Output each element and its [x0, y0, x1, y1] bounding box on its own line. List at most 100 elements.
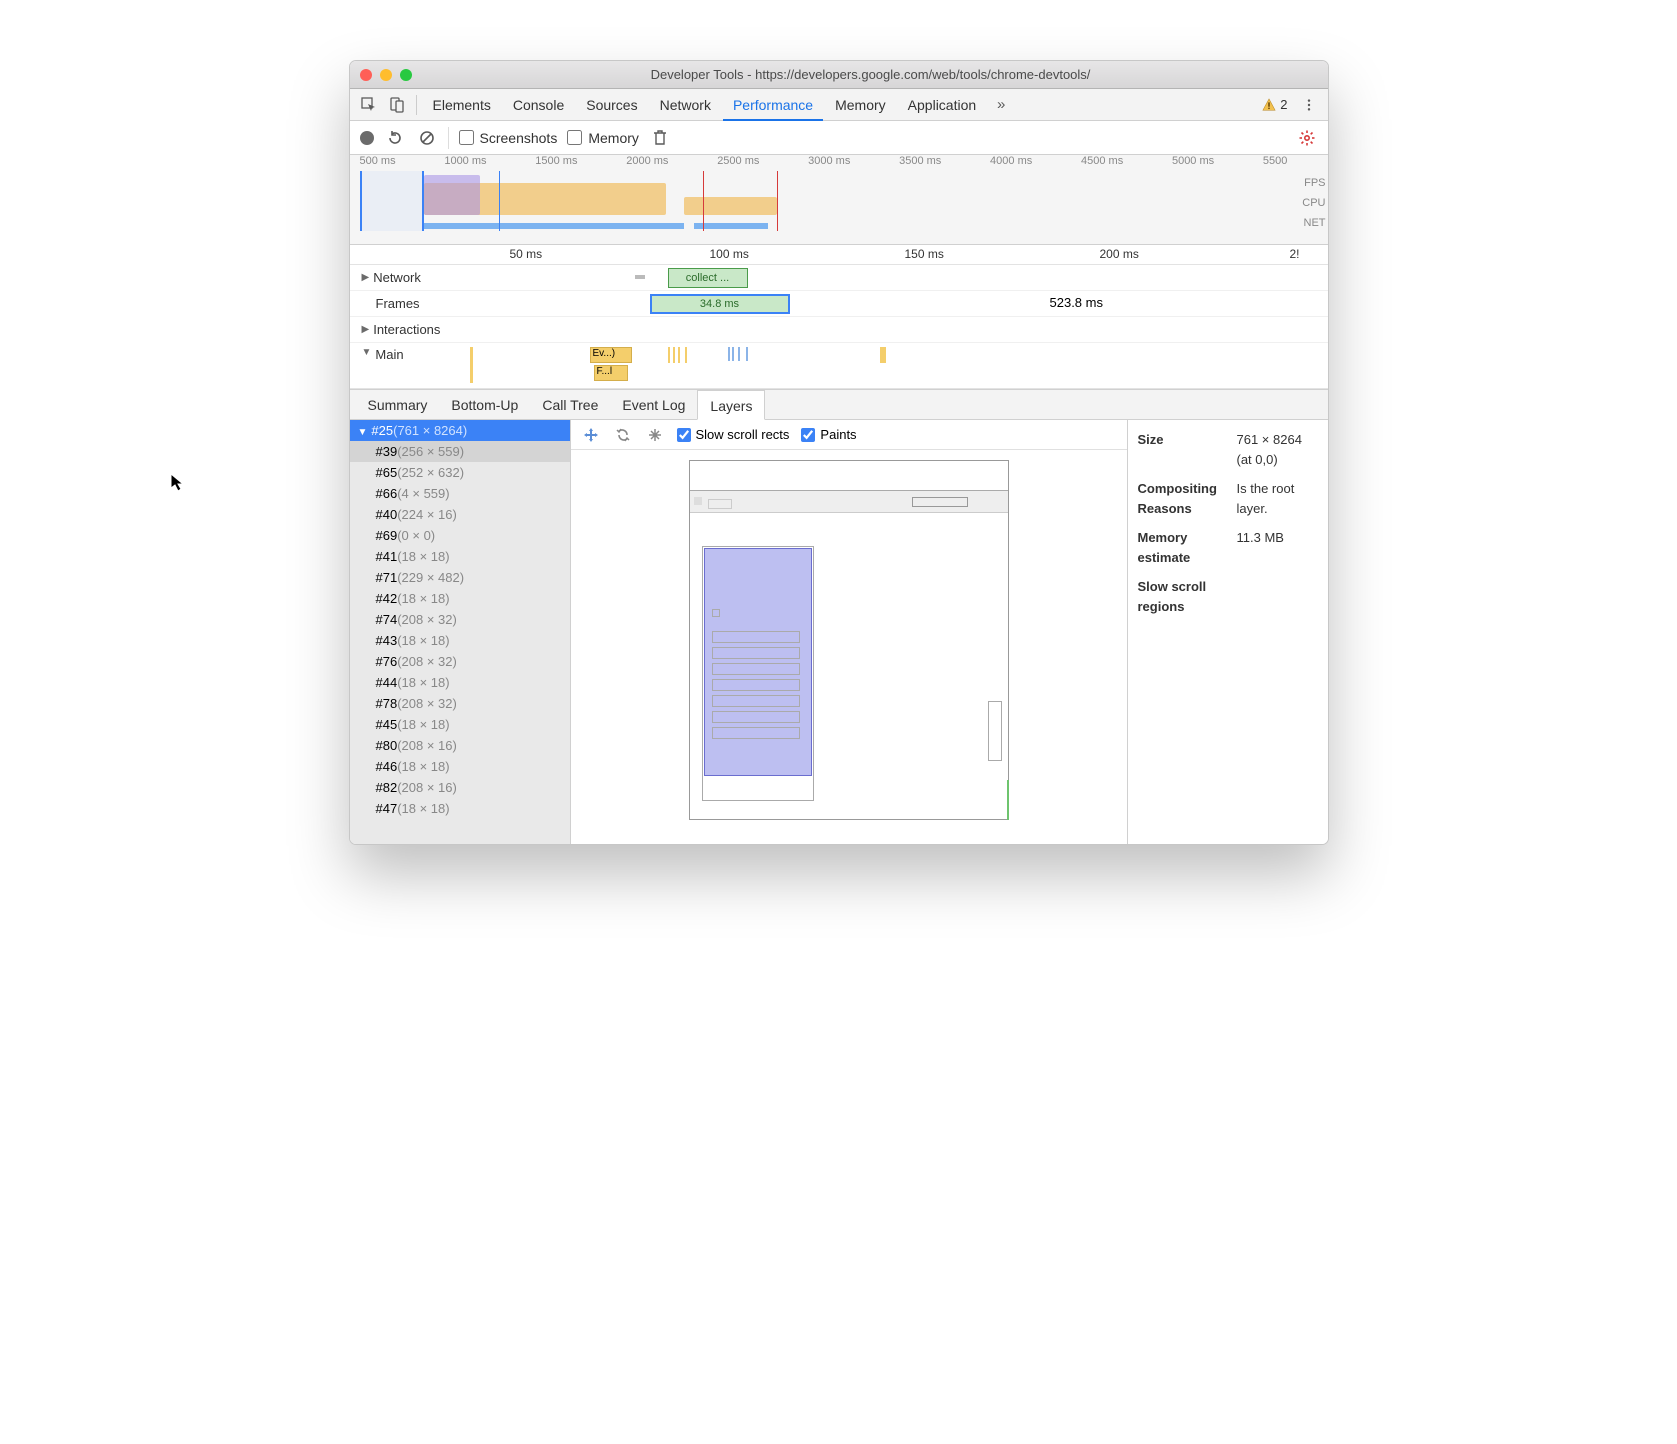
- layer-item[interactable]: #78(208 × 32): [350, 693, 570, 714]
- layer-item[interactable]: #66(4 × 559): [350, 483, 570, 504]
- layer-canvas[interactable]: [571, 450, 1127, 844]
- network-label: Network: [373, 270, 421, 285]
- layer-toolbar: Slow scroll rects Paints: [571, 420, 1127, 450]
- inspect-element-icon[interactable]: [356, 92, 382, 118]
- layer-item[interactable]: #74(208 × 32): [350, 609, 570, 630]
- pan-icon[interactable]: [581, 425, 601, 445]
- overview-row-label: FPS: [1302, 173, 1325, 193]
- window-title: Developer Tools - https://developers.goo…: [424, 67, 1318, 82]
- detail-memory-value: 11.3 MB: [1237, 528, 1318, 567]
- layer-item[interactable]: #80(208 × 16): [350, 735, 570, 756]
- subtab-summary[interactable]: Summary: [356, 390, 440, 420]
- layer-item[interactable]: ▼#25(761 × 8264): [350, 420, 570, 441]
- reset-view-icon[interactable]: [645, 425, 665, 445]
- tab-network[interactable]: Network: [650, 89, 721, 121]
- overview-tick: 3500 ms: [899, 155, 941, 171]
- frame-bar-selected[interactable]: 34.8 ms: [650, 294, 790, 314]
- detail-size-value: 761 × 8264 (at 0,0): [1237, 430, 1318, 469]
- subtab-event-log[interactable]: Event Log: [610, 390, 697, 420]
- layer-item[interactable]: #82(208 × 16): [350, 777, 570, 798]
- detail-slowscroll-key: Slow scroll regions: [1138, 577, 1233, 616]
- main-track[interactable]: ▼Main Ev...) F...l: [350, 343, 1328, 389]
- main-label: Main: [375, 347, 403, 362]
- interactions-track[interactable]: ▶Interactions: [350, 317, 1328, 343]
- overview-timeline[interactable]: 500 ms1000 ms1500 ms2000 ms2500 ms3000 m…: [350, 155, 1328, 245]
- more-tabs-chevron-icon[interactable]: »: [988, 92, 1014, 118]
- screenshots-label: Screenshots: [480, 130, 558, 146]
- layer-viewport: Slow scroll rects Paints: [570, 420, 1128, 844]
- layer-item[interactable]: #46(18 × 18): [350, 756, 570, 777]
- reload-button[interactable]: [384, 127, 406, 149]
- overview-tick: 2000 ms: [626, 155, 668, 171]
- toolbar-divider: [448, 127, 449, 149]
- minimize-window-button[interactable]: [380, 69, 392, 81]
- network-track[interactable]: ▶Network collect ...: [350, 265, 1328, 291]
- tab-sources[interactable]: Sources: [576, 89, 647, 121]
- overview-tick: 5000 ms: [1172, 155, 1214, 171]
- timeline-ruler[interactable]: 50 ms100 ms150 ms200 ms2!: [350, 245, 1328, 265]
- tab-elements[interactable]: Elements: [423, 89, 501, 121]
- detail-memory-key: Memory estimate: [1138, 528, 1233, 567]
- overview-tick: 4500 ms: [1081, 155, 1123, 171]
- frame-duration-text: 523.8 ms: [1050, 295, 1103, 310]
- overview-tick: 3000 ms: [808, 155, 850, 171]
- rotate-icon[interactable]: [613, 425, 633, 445]
- overview-tick: 500 ms: [360, 155, 396, 171]
- screenshots-checkbox[interactable]: Screenshots: [459, 130, 558, 146]
- subtab-call-tree[interactable]: Call Tree: [530, 390, 610, 420]
- device-mode-icon[interactable]: [384, 92, 410, 118]
- detail-slowscroll-value: [1237, 577, 1318, 616]
- layer-item[interactable]: #39(256 × 559): [350, 441, 570, 462]
- frames-label: Frames: [376, 296, 420, 311]
- warning-count: 2: [1280, 97, 1287, 112]
- kebab-menu-icon[interactable]: [1296, 92, 1322, 118]
- layer-item[interactable]: #76(208 × 32): [350, 651, 570, 672]
- layer-item[interactable]: #43(18 × 18): [350, 630, 570, 651]
- network-bar[interactable]: collect ...: [668, 268, 748, 288]
- overview-tick: 4000 ms: [990, 155, 1032, 171]
- layer-item[interactable]: #40(224 × 16): [350, 504, 570, 525]
- paints-checkbox[interactable]: Paints: [801, 427, 856, 442]
- layer-item[interactable]: #45(18 × 18): [350, 714, 570, 735]
- layer-item[interactable]: #44(18 × 18): [350, 672, 570, 693]
- clear-button[interactable]: [416, 127, 438, 149]
- layer-item[interactable]: #41(18 × 18): [350, 546, 570, 567]
- tab-performance[interactable]: Performance: [723, 89, 823, 121]
- flame-function[interactable]: F...l: [594, 365, 628, 381]
- window-titlebar: Developer Tools - https://developers.goo…: [350, 61, 1328, 89]
- slow-scroll-rects-checkbox[interactable]: Slow scroll rects: [677, 427, 790, 442]
- detail-compositing-value: Is the root layer.: [1237, 479, 1318, 518]
- frames-track[interactable]: Frames 34.8 ms 523.8 ms: [350, 291, 1328, 317]
- close-window-button[interactable]: [360, 69, 372, 81]
- record-button[interactable]: [360, 131, 374, 145]
- subtab-bottom-up[interactable]: Bottom-Up: [439, 390, 530, 420]
- layer-item[interactable]: #71(229 × 482): [350, 567, 570, 588]
- trash-icon[interactable]: [649, 127, 671, 149]
- settings-gear-icon[interactable]: [1296, 127, 1318, 149]
- detail-timeline: 50 ms100 ms150 ms200 ms2! ▶Network colle…: [350, 245, 1328, 390]
- detail-subtabs: SummaryBottom-UpCall TreeEvent LogLayers: [350, 390, 1328, 420]
- flame-event[interactable]: Ev...): [590, 347, 632, 363]
- layer-item[interactable]: #47(18 × 18): [350, 798, 570, 819]
- memory-label: Memory: [588, 130, 639, 146]
- tab-application[interactable]: Application: [898, 89, 987, 121]
- layer-detail-panel: Size761 × 8264 (at 0,0) Compositing Reas…: [1128, 420, 1328, 844]
- overview-row-label: NET: [1302, 213, 1325, 233]
- layers-panel: ▼#25(761 × 8264)#39(256 × 559)#65(252 × …: [350, 420, 1328, 844]
- overview-tick: 1000 ms: [444, 155, 486, 171]
- layer-item[interactable]: #69(0 × 0): [350, 525, 570, 546]
- memory-checkbox[interactable]: Memory: [567, 130, 639, 146]
- layer-item[interactable]: #65(252 × 632): [350, 462, 570, 483]
- subtab-layers[interactable]: Layers: [697, 390, 765, 420]
- overview-tick: 2500 ms: [717, 155, 759, 171]
- performance-toolbar: Screenshots Memory: [350, 121, 1328, 155]
- layer-item[interactable]: #42(18 × 18): [350, 588, 570, 609]
- ruler-tick: 100 ms: [710, 247, 749, 261]
- interactions-label: Interactions: [373, 322, 440, 337]
- tab-memory[interactable]: Memory: [825, 89, 896, 121]
- warning-badge[interactable]: 2: [1262, 97, 1287, 112]
- ruler-tick: 150 ms: [905, 247, 944, 261]
- main-tabbar: ElementsConsoleSourcesNetworkPerformance…: [350, 89, 1328, 121]
- tab-console[interactable]: Console: [503, 89, 574, 121]
- zoom-window-button[interactable]: [400, 69, 412, 81]
